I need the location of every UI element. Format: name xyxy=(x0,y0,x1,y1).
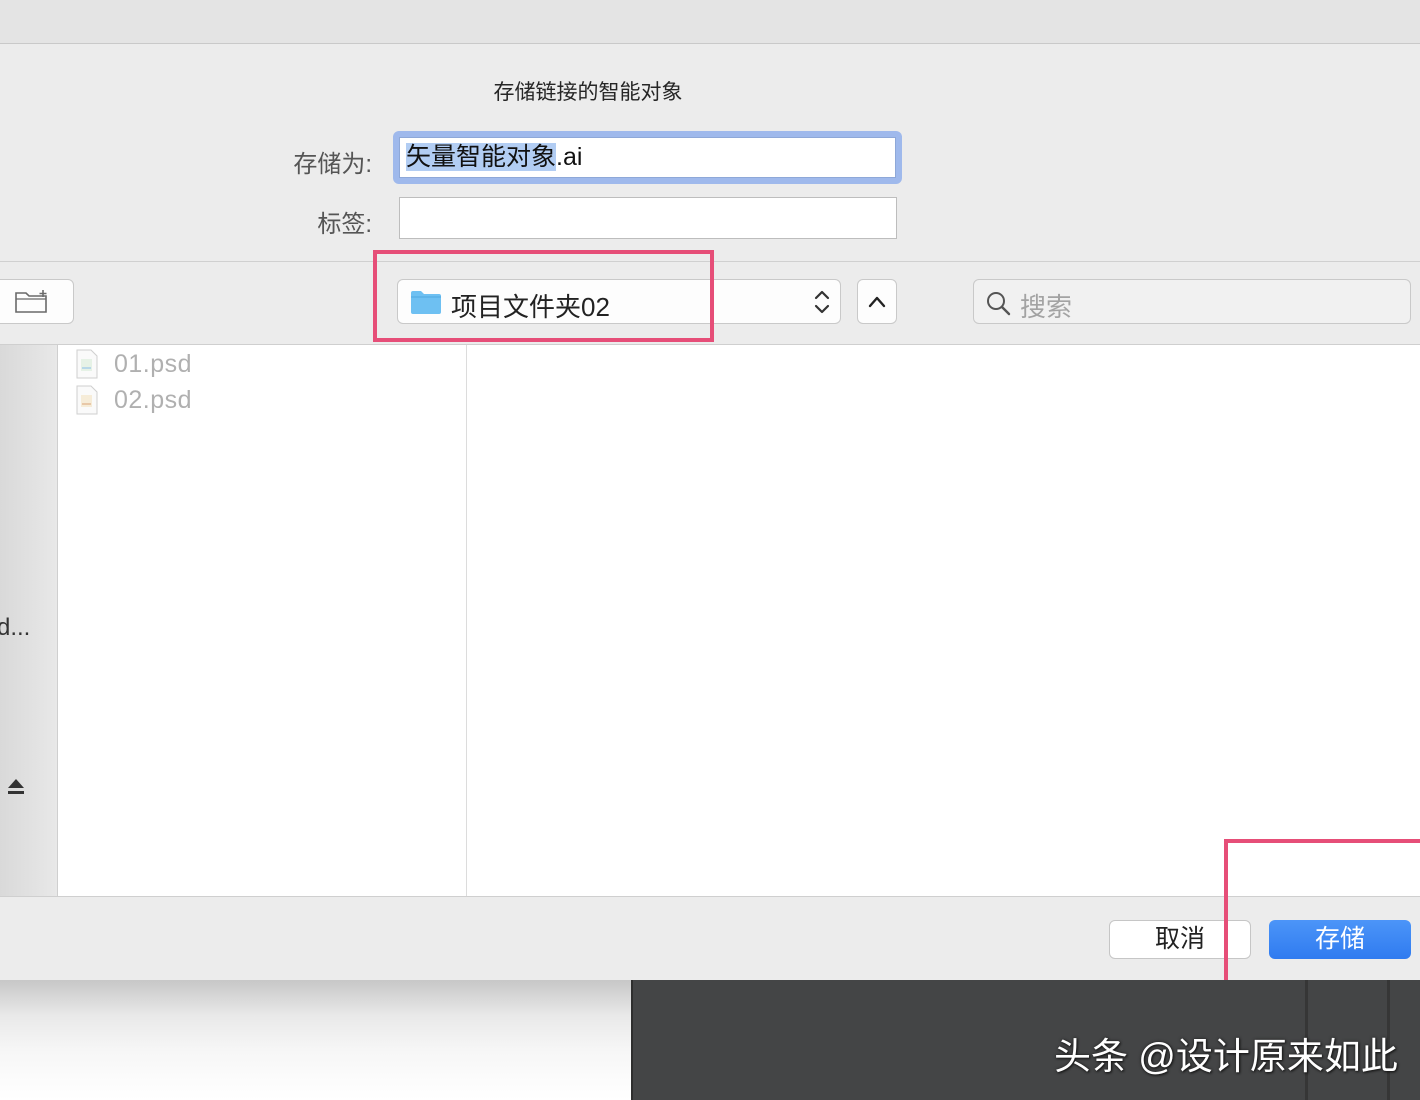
tags-label: 标签: xyxy=(317,211,372,238)
search-placeholder: 搜索 xyxy=(1020,292,1073,322)
file-name: 02.psd xyxy=(114,386,193,414)
dialog-title: 存储链接的智能对象 xyxy=(493,81,683,104)
new-folder-icon xyxy=(15,290,47,313)
up-down-chevron-icon xyxy=(814,290,830,314)
browser-divider-bottom xyxy=(0,896,1420,897)
psd-file-icon xyxy=(76,385,98,415)
watermark: 头条 @设计原来如此 xyxy=(1054,1036,1398,1077)
filename-selection: 矢量智能对象 xyxy=(406,143,557,171)
search-input[interactable]: 搜索 xyxy=(973,279,1411,324)
search-icon xyxy=(987,292,1011,316)
tags-input[interactable] xyxy=(399,197,897,239)
list-item[interactable]: 01.psd xyxy=(74,348,454,384)
window-title-bar xyxy=(0,0,1420,44)
psd-file-icon xyxy=(76,349,98,379)
file-name: 01.psd xyxy=(114,350,193,378)
location-highlight-annotation xyxy=(373,250,714,342)
eject-icon[interactable] xyxy=(6,777,26,797)
parent-folder-button[interactable] xyxy=(857,279,897,324)
file-column xyxy=(58,345,467,896)
background-canvas xyxy=(0,980,631,1100)
sidebar-item-truncated[interactable]: d... xyxy=(0,614,30,642)
filename-input[interactable]: 矢量智能对象.ai xyxy=(399,137,896,178)
save-highlight-annotation xyxy=(1224,839,1420,992)
chevron-up-icon xyxy=(868,296,886,308)
new-folder-button[interactable] xyxy=(0,279,74,324)
preview-column xyxy=(467,345,1420,896)
filename-extension: .ai xyxy=(556,143,583,171)
save-as-label: 存储为: xyxy=(293,151,372,178)
list-item[interactable]: 02.psd xyxy=(74,384,454,420)
